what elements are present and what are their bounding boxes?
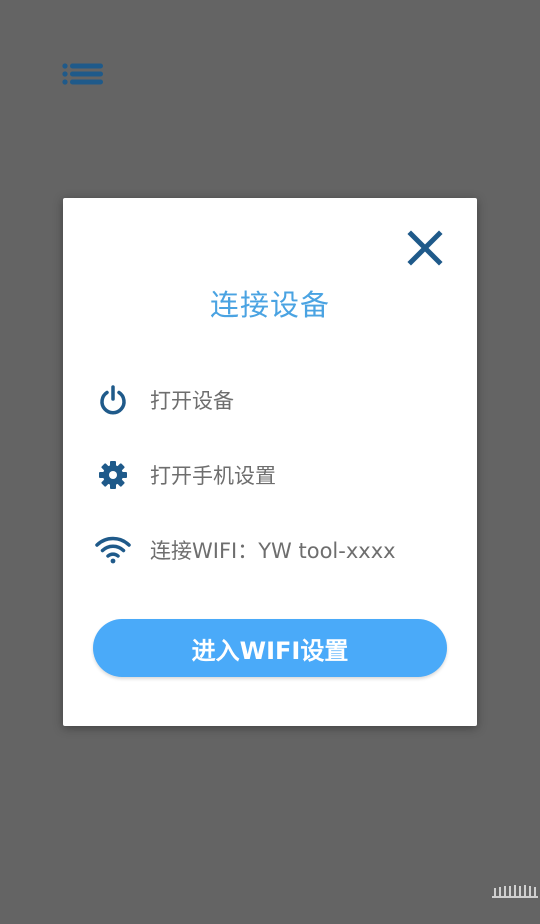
close-icon: [407, 230, 443, 270]
step-label: 打开设备: [150, 389, 234, 413]
connect-device-dialog: 连接设备 打开设备 打开手机设置 连接WIFI：YW tool-xxxx 进入W…: [63, 198, 477, 726]
step-label: 打开手机设置: [150, 464, 276, 488]
close-button[interactable]: [403, 228, 447, 272]
list-menu-button[interactable]: [60, 60, 106, 88]
step-open-device: 打开设备: [93, 380, 453, 420]
step-connect-wifi: 连接WIFI：YW tool-xxxx: [93, 530, 453, 570]
step-open-phone-settings: 打开手机设置: [93, 455, 453, 495]
gear-icon: [93, 455, 133, 495]
enter-wifi-settings-button[interactable]: 进入WIFI设置: [93, 619, 447, 677]
step-label: 连接WIFI：YW tool-xxxx: [150, 539, 396, 563]
decorative-mark: [490, 880, 540, 904]
wifi-icon: [93, 530, 133, 570]
power-icon: [93, 380, 133, 420]
list-menu-icon: [60, 60, 106, 88]
dialog-title: 连接设备: [209, 288, 330, 322]
